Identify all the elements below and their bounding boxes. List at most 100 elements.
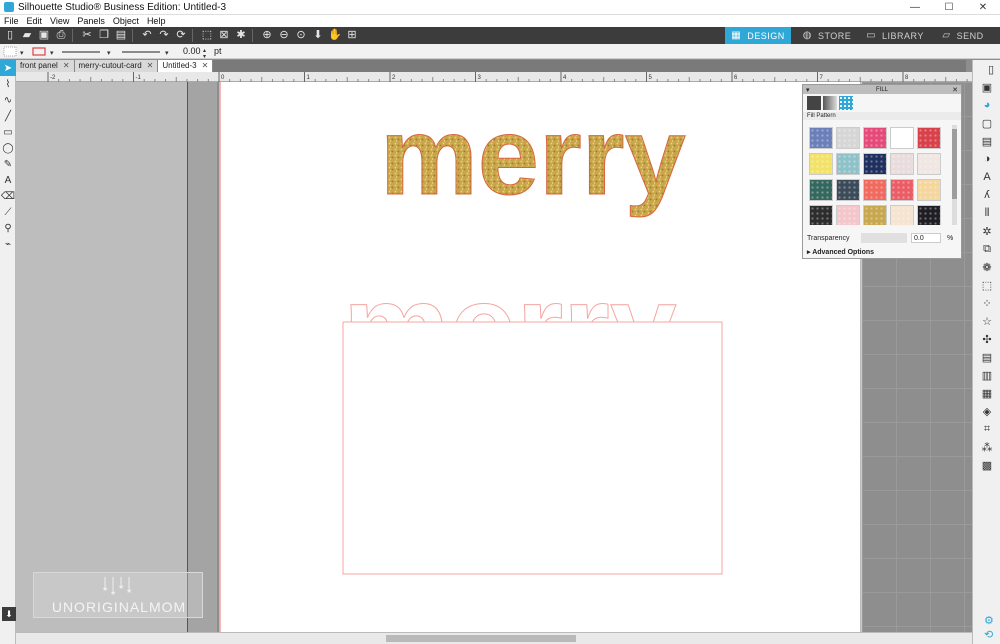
library-panel-icon[interactable]: ▥ [973, 366, 1000, 384]
pattern-swatch[interactable] [809, 205, 833, 225]
pattern-swatch[interactable] [809, 127, 833, 149]
scroll-thumb[interactable] [386, 635, 576, 642]
refresh-icon[interactable]: ⟳ [174, 29, 188, 42]
pattern-icon[interactable]: ⁂ [973, 438, 1000, 456]
bezier-icon[interactable]: ∿ [0, 92, 16, 108]
menu-view[interactable]: View [50, 16, 69, 26]
pattern-swatch[interactable] [917, 153, 941, 175]
pattern-swatch[interactable] [890, 153, 914, 175]
pattern-swatch[interactable] [836, 179, 860, 201]
puzzle-icon[interactable]: ✣ [973, 330, 1000, 348]
save-icon[interactable]: ▣ [37, 29, 51, 42]
pattern-swatch[interactable] [863, 153, 887, 175]
zoom-in-icon[interactable]: ⊕ [260, 29, 274, 42]
tab-send[interactable]: ▱ SEND [930, 27, 996, 44]
transparency-input[interactable]: 0.0 [911, 233, 941, 243]
pattern-swatch[interactable] [836, 205, 860, 225]
pattern-swatch[interactable] [863, 205, 887, 225]
transparency-icon[interactable]: ◑ [973, 150, 1000, 168]
transparency-slider[interactable] [861, 233, 907, 243]
pattern-swatch[interactable] [917, 205, 941, 225]
pattern-swatch[interactable] [863, 179, 887, 201]
fold-icon[interactable]: ⌗ [973, 420, 1000, 438]
brush-icon[interactable]: ⌁ [0, 236, 16, 252]
doc-tab-merry-cutout-card[interactable]: merry-cutout-card ✕ [74, 60, 159, 72]
doc-tab-front-panel[interactable]: front panel ✕ [16, 60, 75, 72]
select-tool-icon[interactable]: ➤ [0, 60, 16, 76]
advanced-options-toggle[interactable]: ▸ Advanced Options [807, 248, 874, 256]
tab-library[interactable]: ▭ LIBRARY [863, 27, 927, 44]
layers-icon[interactable]: ▤ [973, 348, 1000, 366]
knife-icon[interactable]: ⟋ [0, 204, 16, 220]
trace-icon[interactable]: ⬚ [973, 276, 1000, 294]
open-folder-icon[interactable]: ▰ [20, 29, 34, 42]
menu-panels[interactable]: Panels [77, 16, 105, 26]
line-style-panel-icon[interactable]: ▤ [973, 132, 1000, 150]
undo-icon[interactable]: ↶ [140, 29, 154, 42]
page-setup-icon[interactable]: ▯ [977, 60, 1000, 78]
pattern-swatch[interactable] [809, 179, 833, 201]
gradient-fill-icon[interactable] [823, 96, 837, 110]
pattern-swatch[interactable] [836, 153, 860, 175]
menu-file[interactable]: File [4, 16, 19, 26]
minimize-button[interactable]: — [898, 0, 932, 15]
star-icon[interactable]: ☆ [973, 312, 1000, 330]
eyedropper-icon[interactable]: ⚲ [0, 220, 16, 236]
ellipse-tool-icon[interactable]: ◯ [0, 140, 16, 156]
pattern-swatch[interactable] [863, 127, 887, 149]
pan-hand-icon[interactable]: ✋ [328, 29, 342, 42]
tab-store[interactable]: ◍ STORE [795, 27, 859, 44]
swatch-scroll-thumb[interactable] [952, 129, 957, 199]
print-icon[interactable]: ⎙ [54, 29, 68, 42]
image-icon[interactable]: ▣ [973, 78, 1000, 96]
line-color-panel-icon[interactable]: ▢ [973, 114, 1000, 132]
copy-icon[interactable]: ❐ [97, 29, 111, 42]
sketch-icon[interactable]: ʎ [973, 186, 1000, 204]
pattern-swatch[interactable] [809, 153, 833, 175]
save-to-library-icon[interactable]: ⬇ [2, 607, 16, 621]
pattern-swatch[interactable] [890, 127, 914, 149]
modify-icon[interactable]: ⧉ [973, 240, 1000, 258]
menu-object[interactable]: Object [113, 16, 139, 26]
pattern-swatch[interactable] [890, 205, 914, 225]
zoom-select-icon[interactable]: ⊙ [294, 29, 308, 42]
pencil-icon[interactable]: ✎ [0, 156, 16, 172]
close-icon[interactable]: ✕ [147, 60, 154, 72]
eraser-icon[interactable]: ⌫ [0, 188, 16, 204]
align-icon[interactable]: ⫴ [973, 204, 1000, 222]
tab-design[interactable]: ▦ DESIGN [725, 27, 791, 44]
rectangle-tool-icon[interactable]: ▭ [0, 124, 16, 140]
collapse-icon[interactable]: ▾ [806, 86, 810, 94]
close-icon[interactable]: ✕ [63, 60, 70, 72]
swatch-scrollbar[interactable] [952, 125, 957, 225]
replicate-icon[interactable]: ✲ [973, 222, 1000, 240]
solid-fill-icon[interactable] [807, 96, 821, 110]
settings-gear-icon[interactable]: ⚙ [984, 614, 994, 627]
maximize-button[interactable]: ☐ [932, 0, 966, 15]
emboss-icon[interactable]: ◈ [973, 402, 1000, 420]
doc-tab-untitled-3[interactable]: Untitled-3 ✕ [158, 60, 214, 72]
pattern-fill-icon[interactable] [839, 96, 853, 110]
design-page[interactable]: merry merry [219, 82, 862, 632]
fill-palette-icon[interactable]: ◕ [973, 96, 1000, 114]
menu-help[interactable]: Help [147, 16, 166, 26]
fit-page-icon[interactable]: ⊞ [345, 29, 359, 42]
print-cut-icon[interactable]: ▦ [973, 384, 1000, 402]
close-icon[interactable]: ✕ [202, 60, 209, 72]
close-icon[interactable]: ✕ [952, 86, 958, 94]
rhinestone-icon[interactable]: ⁘ [973, 294, 1000, 312]
zoom-out-icon[interactable]: ⊖ [277, 29, 291, 42]
text-tool-icon[interactable]: A [0, 172, 16, 188]
settings-icon[interactable]: ✱ [234, 29, 248, 42]
line-tool-icon[interactable]: ╱ [0, 108, 16, 124]
redo-icon[interactable]: ↷ [157, 29, 171, 42]
new-file-icon[interactable]: ▯ [3, 29, 17, 42]
pattern-swatch[interactable] [836, 127, 860, 149]
paste-icon[interactable]: ▤ [114, 29, 128, 42]
grid-panel-icon[interactable]: ▩ [973, 456, 1000, 474]
close-button[interactable]: ✕ [966, 0, 1000, 15]
horizontal-scrollbar[interactable] [16, 632, 972, 644]
offset-icon[interactable]: ❁ [973, 258, 1000, 276]
cut-icon[interactable]: ✂ [80, 29, 94, 42]
pattern-swatch[interactable] [917, 179, 941, 201]
